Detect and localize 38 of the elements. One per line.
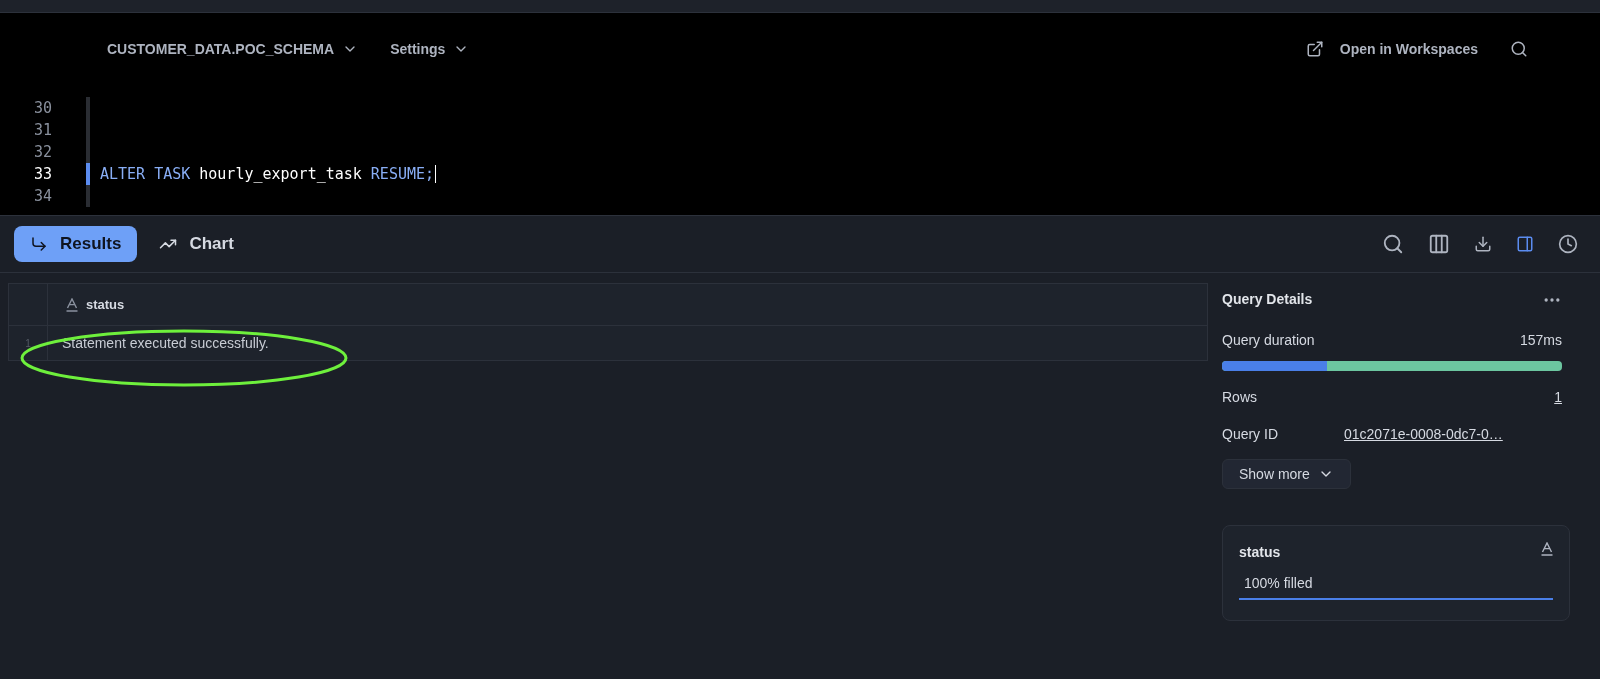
open-in-workspaces-link[interactable]: Open in Workspaces bbox=[1305, 38, 1478, 60]
show-more-button[interactable]: Show more bbox=[1222, 459, 1351, 489]
tab[interactable]: Chart bbox=[143, 226, 250, 262]
code-keyword: TASK bbox=[154, 163, 191, 185]
search-icon[interactable] bbox=[1382, 233, 1404, 255]
column-name: status bbox=[1239, 543, 1281, 562]
columns-icon[interactable] bbox=[1428, 233, 1450, 255]
text-cursor bbox=[435, 165, 437, 183]
code-keyword: ALTER bbox=[100, 163, 146, 185]
line-number: 34 bbox=[32, 185, 53, 207]
table-cell-text: Statement executed successfully. bbox=[61, 333, 269, 353]
column-header[interactable]: status bbox=[48, 284, 125, 325]
settings-dropdown[interactable]: Settings bbox=[390, 38, 470, 60]
line-number: 31 bbox=[32, 119, 53, 141]
rows-label: Rows bbox=[1222, 388, 1257, 407]
context-dropdown[interactable]: CUSTOMER_DATA.POC_SCHEMA bbox=[107, 38, 359, 60]
fill-rate-text: 100% filled bbox=[1243, 574, 1314, 593]
duration-label: Query duration bbox=[1222, 331, 1315, 350]
rows-link[interactable]: 1 bbox=[1554, 387, 1562, 408]
external-link-icon bbox=[1305, 40, 1324, 58]
return-arrow-icon bbox=[30, 235, 48, 253]
panel-title: Query Details bbox=[1222, 290, 1313, 309]
line-number: 33 bbox=[32, 163, 53, 185]
side-panel-icon[interactable] bbox=[1516, 235, 1534, 253]
query-id-link[interactable]: 01c2071e-0008-0dc7-0… bbox=[1344, 424, 1503, 445]
code-keyword: RESUME; bbox=[370, 163, 435, 185]
duration-value: 157ms bbox=[1519, 331, 1562, 350]
column-title: status bbox=[86, 295, 125, 314]
clock-icon[interactable] bbox=[1558, 234, 1578, 254]
search-icon[interactable] bbox=[1510, 40, 1528, 58]
line-number: 30 bbox=[32, 97, 53, 119]
download-icon[interactable] bbox=[1474, 235, 1492, 253]
text-type-icon bbox=[1541, 542, 1553, 556]
text-type-icon bbox=[66, 297, 78, 312]
query-id-label: Query ID bbox=[1222, 425, 1279, 444]
line-number: 32 bbox=[32, 141, 53, 163]
code-identifier: hourly_export_task bbox=[199, 163, 362, 185]
tab[interactable]: Results bbox=[14, 226, 138, 262]
